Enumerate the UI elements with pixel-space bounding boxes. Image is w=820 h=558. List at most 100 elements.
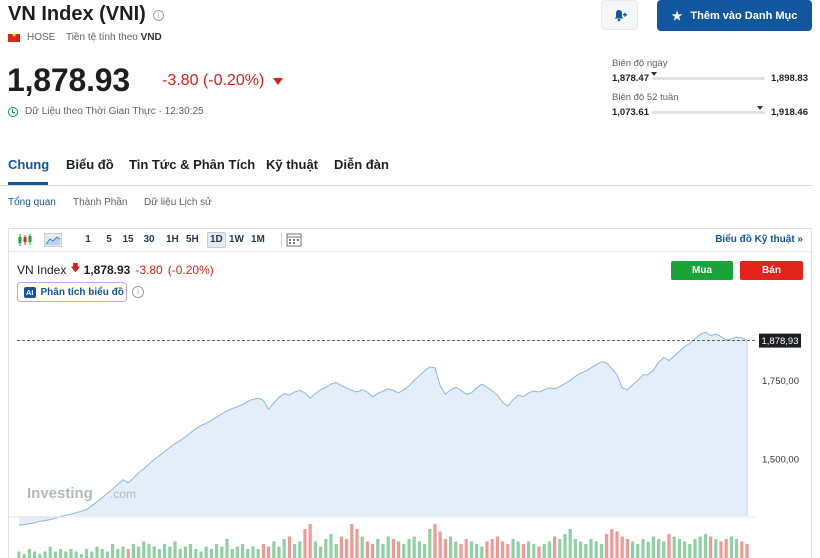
volume-bar bbox=[709, 536, 713, 558]
volume-bar bbox=[105, 551, 109, 558]
volume-bar bbox=[584, 544, 588, 558]
week52-range-low: 1,073.61 bbox=[612, 107, 649, 118]
volume-bar bbox=[547, 541, 551, 558]
volume-bar bbox=[615, 531, 619, 558]
volume-bar bbox=[261, 544, 265, 558]
price-chart[interactable]: 1,878,93 1,750,00 1,500,00 Investing .com bbox=[9, 229, 811, 558]
volume-bar bbox=[521, 544, 525, 558]
volume-bar bbox=[53, 551, 57, 558]
volume-bar bbox=[95, 546, 99, 558]
investing-watermark: Investing bbox=[27, 485, 93, 502]
volume-bar bbox=[386, 536, 390, 558]
volume-bar bbox=[417, 541, 421, 558]
day-range-marker bbox=[651, 72, 658, 76]
volume-bar bbox=[625, 539, 629, 558]
volume-bar bbox=[542, 544, 546, 558]
volume-bar bbox=[495, 536, 499, 558]
volume-bar bbox=[48, 546, 52, 558]
week52-range-bar bbox=[652, 106, 765, 114]
volume-bar bbox=[69, 549, 73, 558]
price-change: -3.80 (-0.20%) bbox=[162, 72, 284, 90]
volume-bar bbox=[163, 544, 167, 558]
main-tabs: Chung Biểu đồ Tin Tức & Phân Tích Kỹ thu… bbox=[0, 152, 812, 186]
volume-bar bbox=[251, 546, 255, 558]
volume-bar bbox=[189, 544, 193, 558]
alert-button[interactable] bbox=[601, 0, 638, 30]
volume-bar bbox=[714, 539, 718, 558]
volume-bar bbox=[111, 544, 115, 558]
volume-bar bbox=[532, 544, 536, 558]
tab-forum[interactable]: Diễn đàn bbox=[334, 157, 389, 172]
volume-bar bbox=[620, 536, 624, 558]
info-icon[interactable]: i bbox=[152, 10, 164, 21]
volume-bar bbox=[90, 551, 94, 558]
volume-bar bbox=[573, 539, 577, 558]
volume-bar bbox=[324, 539, 328, 558]
volume-bar bbox=[391, 539, 395, 558]
volume-bar bbox=[27, 549, 31, 558]
volume-bar bbox=[605, 534, 609, 558]
volume-bar bbox=[298, 541, 302, 558]
volume-bar bbox=[355, 529, 359, 558]
volume-bar bbox=[454, 541, 458, 558]
volume-bar bbox=[631, 541, 635, 558]
day-range-low: 1,878.47 bbox=[612, 73, 649, 84]
volume-bar bbox=[672, 536, 676, 558]
volume-bar bbox=[199, 551, 203, 558]
volume-bar bbox=[558, 539, 562, 558]
volume-bar bbox=[287, 536, 291, 558]
volume-bar bbox=[350, 524, 354, 558]
volume-bar bbox=[225, 539, 229, 558]
volume-bar bbox=[308, 524, 312, 558]
volume-bar bbox=[464, 539, 468, 558]
volume-bar bbox=[740, 541, 744, 558]
subtab-components[interactable]: Thành Phần bbox=[73, 197, 128, 208]
volume-bar bbox=[246, 549, 250, 558]
volume-bar bbox=[683, 541, 687, 558]
volume-bar bbox=[241, 544, 245, 558]
volume-bar bbox=[59, 549, 63, 558]
day-range-high: 1,898.83 bbox=[771, 73, 808, 84]
volume-bar bbox=[443, 539, 447, 558]
volume-bar bbox=[449, 536, 453, 558]
volume-bar bbox=[183, 546, 187, 558]
volume-bar bbox=[579, 541, 583, 558]
volume-bar bbox=[267, 546, 271, 558]
tab-chart[interactable]: Biểu đồ bbox=[66, 157, 114, 172]
volume-bar bbox=[152, 546, 156, 558]
volume-bar bbox=[589, 539, 593, 558]
volume-bar bbox=[272, 541, 276, 558]
volume-bar bbox=[412, 536, 416, 558]
currency-label: Tiền tệ tính theo bbox=[65, 32, 138, 43]
volume-bar bbox=[329, 534, 333, 558]
tab-overview[interactable]: Chung bbox=[8, 157, 49, 172]
day-range-label: Biên độ ngày bbox=[612, 58, 668, 69]
volume-bar bbox=[215, 544, 219, 558]
volume-bar bbox=[282, 539, 286, 558]
tab-news-analysis[interactable]: Tin Tức & Phân Tích bbox=[129, 157, 255, 172]
volume-bar bbox=[17, 551, 21, 558]
volume-bar bbox=[360, 536, 364, 558]
subtab-summary[interactable]: Tổng quan bbox=[8, 197, 56, 208]
volume-bar bbox=[381, 544, 385, 558]
volume-bar bbox=[480, 546, 484, 558]
volume-bar bbox=[724, 539, 728, 558]
investing-watermark-suffix: .com bbox=[110, 487, 136, 501]
volume-bar bbox=[85, 549, 89, 558]
subtab-historical-data[interactable]: Dữ liệu Lịch sử bbox=[144, 197, 212, 208]
chart-widget: 1 5 15 30 1H 5H 1D 1W 1M Biểu đồ Kỹ thuật » VN I… bbox=[8, 228, 812, 558]
active-tab-indicator bbox=[8, 182, 48, 185]
tab-technical[interactable]: Kỹ thuật bbox=[266, 157, 318, 172]
volume-bar bbox=[402, 544, 406, 558]
add-to-watchlist-button[interactable]: ★ Thêm vào Danh Mục bbox=[657, 0, 812, 31]
price-change-text: -3.80 (-0.20%) bbox=[162, 72, 265, 89]
volume-bar bbox=[433, 524, 437, 558]
volume-bar bbox=[568, 529, 572, 558]
down-arrow-icon bbox=[273, 77, 284, 85]
volume-bar bbox=[397, 541, 401, 558]
currency-value: VND bbox=[140, 32, 162, 43]
volume-bar bbox=[423, 544, 427, 558]
y-tick-label: 1,750,00 bbox=[762, 376, 799, 387]
current-price-label: 1,878,93 bbox=[762, 336, 799, 347]
bell-plus-icon bbox=[614, 10, 627, 22]
